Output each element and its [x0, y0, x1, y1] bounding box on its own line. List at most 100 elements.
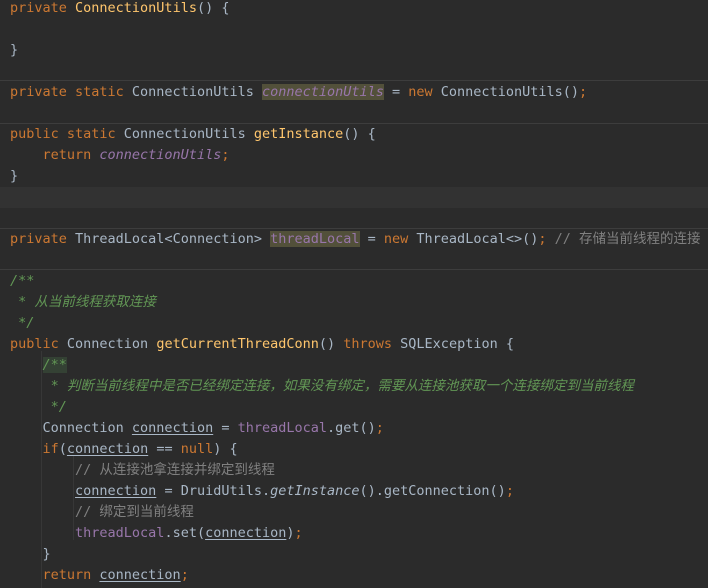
- code-token: /**: [42, 357, 67, 373]
- code-editor[interactable]: private ConnectionUtils() {} private stat…: [0, 0, 708, 588]
- code-token: ConnectionUtils: [123, 126, 254, 142]
- code-token: () {: [196, 0, 230, 16]
- code-line[interactable]: * 判断当前线程中是否已经绑定连接，如果没有绑定，需要从连接池获取一个连接绑定到…: [0, 376, 708, 397]
- code-token: null: [180, 441, 214, 457]
- code-line[interactable]: // 绑定到当前线程: [0, 502, 708, 523]
- code-token: ): [286, 525, 295, 541]
- code-token: throws: [343, 336, 401, 352]
- code-line[interactable]: [0, 19, 708, 40]
- code-line[interactable]: [0, 187, 708, 208]
- code-token: return: [10, 147, 100, 163]
- code-token: () {: [343, 126, 376, 142]
- code-line[interactable]: // 从连接池拿连接并绑定到线程: [0, 460, 708, 481]
- code-line[interactable]: [0, 103, 708, 124]
- code-token: getInstance: [253, 126, 344, 142]
- code-token: ) {: [213, 441, 238, 457]
- code-token: ;: [221, 147, 230, 163]
- code-token: getCurrentThreadConn: [156, 336, 319, 352]
- code-token: connection: [66, 441, 149, 457]
- code-token: new: [383, 231, 417, 247]
- code-token: connection: [99, 567, 181, 583]
- code-token: }: [10, 546, 51, 562]
- code-token: public: [10, 336, 67, 352]
- code-line[interactable]: return connection;: [0, 565, 708, 586]
- code-token: connectionUtils: [99, 147, 222, 163]
- code-token: */: [10, 315, 35, 331]
- code-line[interactable]: }: [0, 544, 708, 565]
- code-token: ThreadLocal<Connection>: [75, 231, 271, 247]
- code-line[interactable]: [0, 250, 708, 271]
- code-line[interactable]: */: [0, 313, 708, 334]
- code-token: SQLException {: [400, 336, 514, 352]
- code-token: }: [10, 168, 19, 184]
- code-token: return: [10, 567, 100, 583]
- code-line[interactable]: connection = DruidUtils.getInstance().ge…: [0, 481, 708, 502]
- code-line[interactable]: }: [0, 40, 708, 61]
- code-line[interactable]: private ThreadLocal<Connection> threadLo…: [0, 229, 708, 250]
- code-token: connection: [205, 525, 287, 541]
- code-token: .get(): [327, 420, 376, 436]
- code-token: * 判断当前线程中是否已经绑定连接，如果没有绑定，需要从连接池获取一个连接绑定到…: [10, 378, 634, 394]
- code-line[interactable]: */: [0, 397, 708, 418]
- code-token: connectionUtils: [261, 84, 384, 100]
- code-token: Connection: [10, 420, 132, 436]
- code-line[interactable]: [0, 61, 708, 82]
- code-token: private: [10, 231, 76, 247]
- code-token: connection: [131, 420, 214, 436]
- code-token: ;: [180, 567, 189, 583]
- code-token: ConnectionUtils: [131, 84, 262, 100]
- code-token: =: [213, 420, 238, 436]
- code-token: public static: [10, 126, 124, 142]
- code-token: (: [58, 441, 67, 457]
- code-token: ().getConnection(): [359, 483, 506, 499]
- code-line[interactable]: [0, 208, 708, 229]
- code-token: (): [318, 336, 344, 352]
- code-token: ;: [538, 231, 555, 247]
- code-token: private static: [10, 84, 132, 100]
- code-token: connection: [75, 483, 157, 499]
- code-line[interactable]: if(connection == null) {: [0, 439, 708, 460]
- code-token: threadLocal: [270, 231, 360, 247]
- code-token: threadLocal: [75, 525, 165, 541]
- code-line[interactable]: private static ConnectionUtils connectio…: [0, 82, 708, 103]
- code-token: // 存储当前线程的连接: [554, 231, 701, 247]
- code-token: =: [359, 231, 384, 247]
- code-line[interactable]: private ConnectionUtils() {: [0, 0, 708, 19]
- code-token: =: [383, 84, 409, 100]
- code-token: private: [10, 0, 76, 16]
- code-line[interactable]: threadLocal.set(connection);: [0, 523, 708, 544]
- code-line[interactable]: Connection connection = threadLocal.get(…: [0, 418, 708, 439]
- code-token: ;: [294, 525, 303, 541]
- code-line[interactable]: * 从当前线程获取连接: [0, 292, 708, 313]
- code-token: // 绑定到当前线程: [10, 504, 194, 520]
- code-token: }: [10, 42, 19, 58]
- code-token: ConnectionUtils: [75, 0, 197, 16]
- code-line[interactable]: public static ConnectionUtils getInstanc…: [0, 124, 708, 145]
- code-line[interactable]: }: [0, 166, 708, 187]
- code-token: ==: [148, 441, 181, 457]
- code-token: getInstance: [270, 483, 360, 499]
- code-token: new: [408, 84, 441, 100]
- code-token: ;: [578, 84, 588, 100]
- code-token: = DruidUtils.: [156, 483, 271, 499]
- code-token: ;: [375, 420, 384, 436]
- code-token: .set(: [164, 525, 206, 541]
- code-line[interactable]: /**: [0, 271, 708, 292]
- code-token: ConnectionUtils(): [440, 84, 579, 100]
- code-token: * 从当前线程获取连接: [10, 294, 156, 310]
- code-token: */: [10, 399, 67, 415]
- code-line[interactable]: public Connection getCurrentThreadConn()…: [0, 334, 708, 355]
- code-token: ThreadLocal<>(): [416, 231, 539, 247]
- code-line[interactable]: /**: [0, 355, 708, 376]
- code-token: threadLocal: [237, 420, 327, 436]
- code-token: if: [42, 441, 59, 457]
- code-token: ;: [505, 483, 514, 499]
- code-token: /**: [10, 273, 35, 289]
- code-line[interactable]: return connectionUtils;: [0, 145, 708, 166]
- code-token: // 从连接池拿连接并绑定到线程: [10, 462, 275, 478]
- code-token: Connection: [66, 336, 157, 352]
